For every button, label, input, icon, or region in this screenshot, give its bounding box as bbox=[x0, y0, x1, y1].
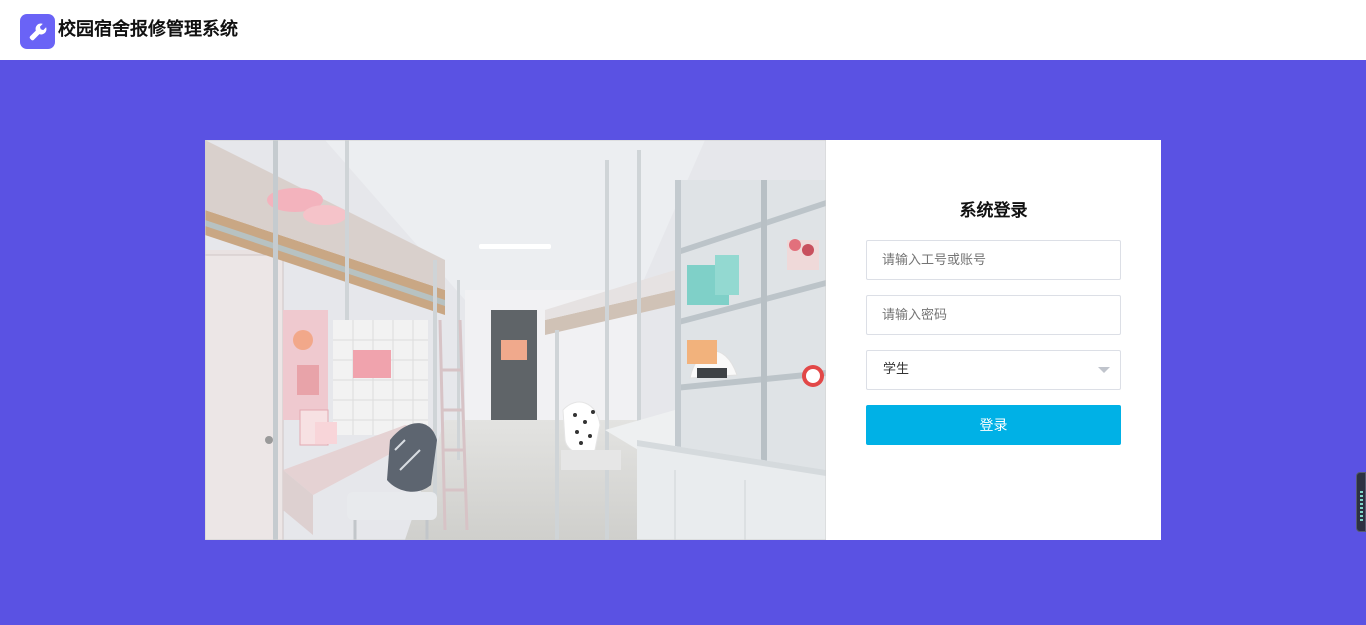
role-select[interactable]: 学生 bbox=[866, 350, 1121, 390]
login-panel: 系统登录 学生 登录 bbox=[826, 140, 1161, 540]
role-select-value: 学生 bbox=[883, 362, 910, 377]
account-input[interactable] bbox=[866, 240, 1121, 280]
app-title: 校园宿舍报修管理系统 bbox=[58, 19, 238, 40]
main-area: 系统登录 学生 登录 bbox=[0, 60, 1366, 625]
wrench-icon bbox=[29, 23, 46, 40]
password-input[interactable] bbox=[866, 295, 1121, 335]
login-card: 系统登录 学生 登录 bbox=[205, 140, 1161, 540]
side-toolbar[interactable] bbox=[1356, 472, 1366, 532]
app-logo bbox=[20, 14, 55, 49]
login-title: 系统登录 bbox=[959, 201, 1028, 221]
login-button[interactable]: 登录 bbox=[866, 405, 1121, 445]
dormitory-photo bbox=[205, 140, 826, 540]
chevron-down-icon bbox=[1098, 367, 1110, 373]
side-toolbar-icon bbox=[1360, 491, 1363, 521]
header: 校园宿舍报修管理系统 bbox=[0, 0, 1366, 60]
